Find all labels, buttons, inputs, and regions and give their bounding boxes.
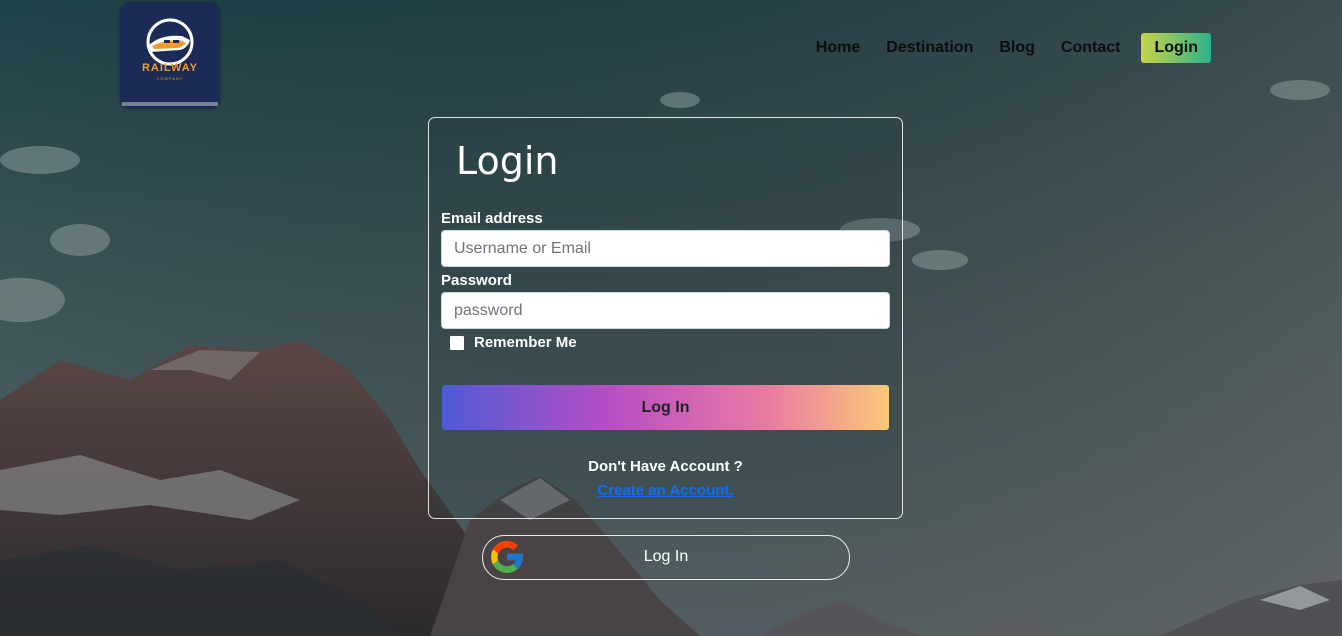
google-login-button[interactable]: Log In [482, 535, 850, 580]
logo-text: RAILWAY [141, 62, 199, 74]
remember-me-label: Remember Me [474, 334, 577, 351]
password-label: Password [441, 272, 512, 289]
login-submit-button[interactable]: Log In [442, 385, 889, 430]
google-login-label: Log In [643, 548, 689, 565]
create-account-link[interactable]: Create an Account. [429, 482, 902, 499]
nav-contact-link[interactable]: Contact [1061, 39, 1121, 57]
logo-subtext: COMPANY [156, 76, 184, 81]
email-label: Email address [441, 210, 543, 227]
nav-home-link[interactable]: Home [816, 39, 860, 57]
remember-me-row: Remember Me [449, 334, 577, 351]
login-card: Login Email address Password Remember Me… [428, 117, 903, 519]
company-logo[interactable]: RAILWAY COMPANY [120, 2, 220, 108]
nav-blog-link[interactable]: Blog [999, 39, 1035, 57]
password-input[interactable] [441, 292, 890, 329]
remember-me-checkbox[interactable] [449, 334, 465, 351]
top-navigation: Home Destination Blog Contact Login [790, 33, 1211, 63]
logo-strip [122, 102, 218, 106]
nav-destination-link[interactable]: Destination [886, 39, 973, 57]
login-title: Login [456, 139, 559, 183]
no-account-text: Don't Have Account ? [588, 458, 743, 475]
email-input[interactable] [441, 230, 890, 267]
nav-login-button[interactable]: Login [1141, 33, 1211, 63]
